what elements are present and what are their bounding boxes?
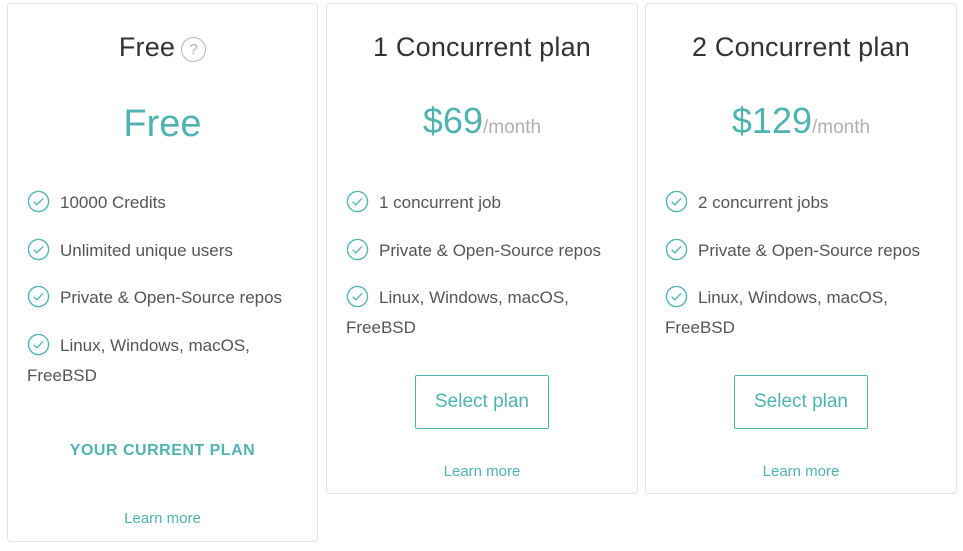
feature-item: Private & Open-Source repos [346, 236, 627, 266]
check-circle-icon [27, 285, 50, 308]
feature-item: 2 concurrent jobs [665, 188, 946, 218]
feature-list: 1 concurrent job Private & Open-Source r… [346, 188, 627, 361]
check-circle-icon [346, 238, 369, 260]
pricing-plans: Free ? Free 10000 Credits Unlimited uniq… [0, 0, 963, 551]
feature-text: Linux, Windows, macOS, FreeBSD [665, 288, 888, 337]
feature-item: 10000 Credits [27, 188, 307, 218]
feature-text: Linux, Windows, macOS, FreeBSD [346, 288, 569, 337]
plan-title-text: 1 Concurrent plan [372, 32, 592, 62]
learn-more-link[interactable]: Learn more [646, 463, 956, 480]
feature-item: 1 concurrent job [346, 188, 627, 218]
feature-list: 10000 Credits Unlimited unique users Pri… [27, 188, 307, 408]
plan-price: $69/month [327, 100, 637, 142]
feature-item: Linux, Windows, macOS, FreeBSD [346, 283, 627, 343]
plan-title: Free ? [8, 32, 317, 63]
learn-more-link[interactable]: Learn more [8, 510, 317, 527]
plan-price: $129/month [646, 100, 956, 142]
price-period: /month [812, 117, 871, 138]
feature-text: Unlimited unique users [60, 240, 233, 260]
feature-item: Private & Open-Source repos [665, 236, 946, 266]
feature-item: Linux, Windows, macOS, FreeBSD [27, 331, 307, 391]
feature-item: Linux, Windows, macOS, FreeBSD [665, 283, 946, 343]
feature-text: Private & Open-Source repos [60, 288, 283, 307]
feature-text: 2 concurrent jobs [698, 193, 829, 212]
plan-card-free: Free ? Free 10000 Credits Unlimited uniq… [7, 3, 318, 542]
check-circle-icon [27, 333, 50, 355]
feature-text: Linux, Windows, macOS, FreeBSD [27, 335, 250, 385]
plan-card-2-concurrent: 2 Concurrent plan $129/month 2 concurren… [645, 3, 957, 494]
check-circle-icon [665, 285, 688, 308]
check-circle-icon [27, 238, 50, 260]
current-plan-badge: YOUR CURRENT PLAN [69, 442, 256, 459]
learn-more-link[interactable]: Learn more [327, 463, 637, 480]
plan-title-text: 2 Concurrent plan [691, 32, 911, 62]
feature-list: 2 concurrent jobs Private & Open-Source … [665, 188, 946, 361]
feature-text: 10000 Credits [60, 193, 166, 212]
feature-text: Private & Open-Source repos [379, 240, 602, 260]
help-icon[interactable]: ? [181, 36, 207, 62]
feature-text: Private & Open-Source repos [698, 240, 921, 260]
plan-card-1-concurrent: 1 Concurrent plan $69/month 1 concurrent… [326, 3, 638, 494]
feature-item: Unlimited unique users [27, 236, 307, 266]
plan-title: 2 Concurrent plan [646, 32, 956, 63]
price-period: /month [482, 117, 542, 138]
check-circle-icon [346, 190, 369, 213]
check-circle-icon [346, 285, 369, 308]
check-circle-icon [27, 190, 50, 213]
price-amount: $69 [422, 100, 483, 141]
check-circle-icon [665, 190, 688, 213]
price-amount: $129 [731, 100, 812, 141]
plan-price: Free [123, 103, 202, 145]
select-plan-button[interactable]: Select plan [415, 375, 549, 429]
check-circle-icon [665, 238, 688, 260]
plan-title-text: Free [118, 32, 176, 62]
plan-title: 1 Concurrent plan [327, 32, 637, 63]
feature-item: Private & Open-Source repos [27, 283, 307, 313]
feature-text: 1 concurrent job [379, 193, 501, 212]
select-plan-button[interactable]: Select plan [734, 375, 868, 429]
